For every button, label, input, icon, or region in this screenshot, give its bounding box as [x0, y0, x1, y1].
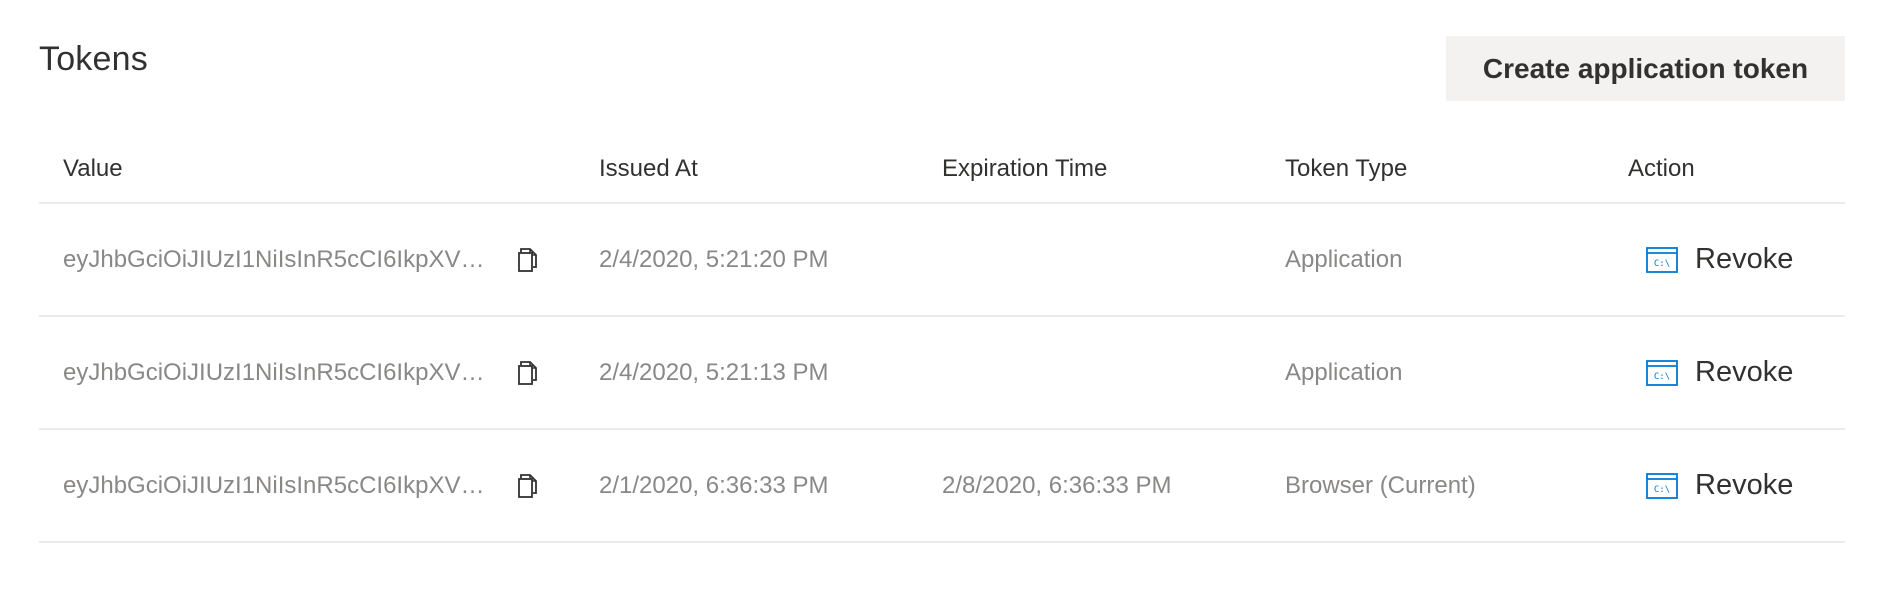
token-value-cell: eyJhbGciOiJIUzI1NiIsInR5cCI6IkpXVCJ9... [63, 204, 539, 315]
page-title: Tokens [39, 40, 148, 78]
token-type-cell: Browser (Current) [1285, 471, 1476, 499]
column-header-action: Action [1628, 154, 1695, 182]
table-header-row: Value Issued At Expiration Time Token Ty… [39, 135, 1845, 204]
command-prompt-icon: C:\ [1646, 246, 1678, 273]
issued-at-cell: 2/1/2020, 6:36:33 PM [599, 471, 829, 499]
revoke-button[interactable]: C:\ Revoke [1646, 469, 1793, 502]
column-header-value: Value [63, 154, 123, 182]
command-prompt-icon-text: C:\ [1654, 372, 1670, 382]
table-row: eyJhbGciOiJIUzI1NiIsInR5cCI6IkpXVCJ9... … [39, 317, 1845, 430]
issued-at-cell: 2/4/2020, 5:21:13 PM [599, 358, 829, 386]
token-value: eyJhbGciOiJIUzI1NiIsInR5cCI6IkpXVCJ9... [63, 358, 495, 386]
copy-icon[interactable] [517, 247, 539, 273]
token-value-cell: eyJhbGciOiJIUzI1NiIsInR5cCI6IkpXVCJ9... [63, 317, 539, 428]
action-cell: C:\ Revoke [1628, 430, 1793, 541]
expiration-time-cell: 2/8/2020, 6:36:33 PM [942, 471, 1172, 499]
revoke-label: Revoke [1695, 243, 1794, 275]
token-type-cell: Application [1285, 245, 1403, 273]
action-cell: C:\ Revoke [1628, 204, 1793, 315]
column-header-token-type: Token Type [1285, 154, 1408, 182]
revoke-button[interactable]: C:\ Revoke [1646, 243, 1793, 276]
action-cell: C:\ Revoke [1628, 317, 1793, 428]
token-type-cell: Application [1285, 358, 1403, 386]
copy-icon[interactable] [517, 360, 539, 386]
issued-at-cell: 2/4/2020, 5:21:20 PM [599, 245, 829, 273]
token-value-cell: eyJhbGciOiJIUzI1NiIsInR5cCI6IkpXVCJ9... [63, 430, 539, 541]
tokens-page: Tokens Create application token Value Is… [0, 0, 1885, 593]
copy-icon[interactable] [517, 473, 539, 499]
column-header-expiration-time: Expiration Time [942, 154, 1108, 182]
token-value: eyJhbGciOiJIUzI1NiIsInR5cCI6IkpXVCJ9... [63, 245, 495, 273]
command-prompt-icon-text: C:\ [1654, 259, 1670, 269]
table-row: eyJhbGciOiJIUzI1NiIsInR5cCI6IkpXVCJ9... … [39, 430, 1845, 543]
command-prompt-icon: C:\ [1646, 359, 1678, 386]
token-value: eyJhbGciOiJIUzI1NiIsInR5cCI6IkpXVCJ9... [63, 471, 495, 499]
column-header-issued-at: Issued At [599, 154, 698, 182]
table-row: eyJhbGciOiJIUzI1NiIsInR5cCI6IkpXVCJ9... … [39, 204, 1845, 317]
command-prompt-icon-text: C:\ [1654, 485, 1670, 495]
tokens-table: Value Issued At Expiration Time Token Ty… [39, 135, 1845, 543]
create-application-token-button[interactable]: Create application token [1446, 36, 1845, 101]
revoke-button[interactable]: C:\ Revoke [1646, 356, 1793, 389]
command-prompt-icon: C:\ [1646, 472, 1678, 499]
revoke-label: Revoke [1695, 356, 1794, 388]
revoke-label: Revoke [1695, 469, 1794, 501]
